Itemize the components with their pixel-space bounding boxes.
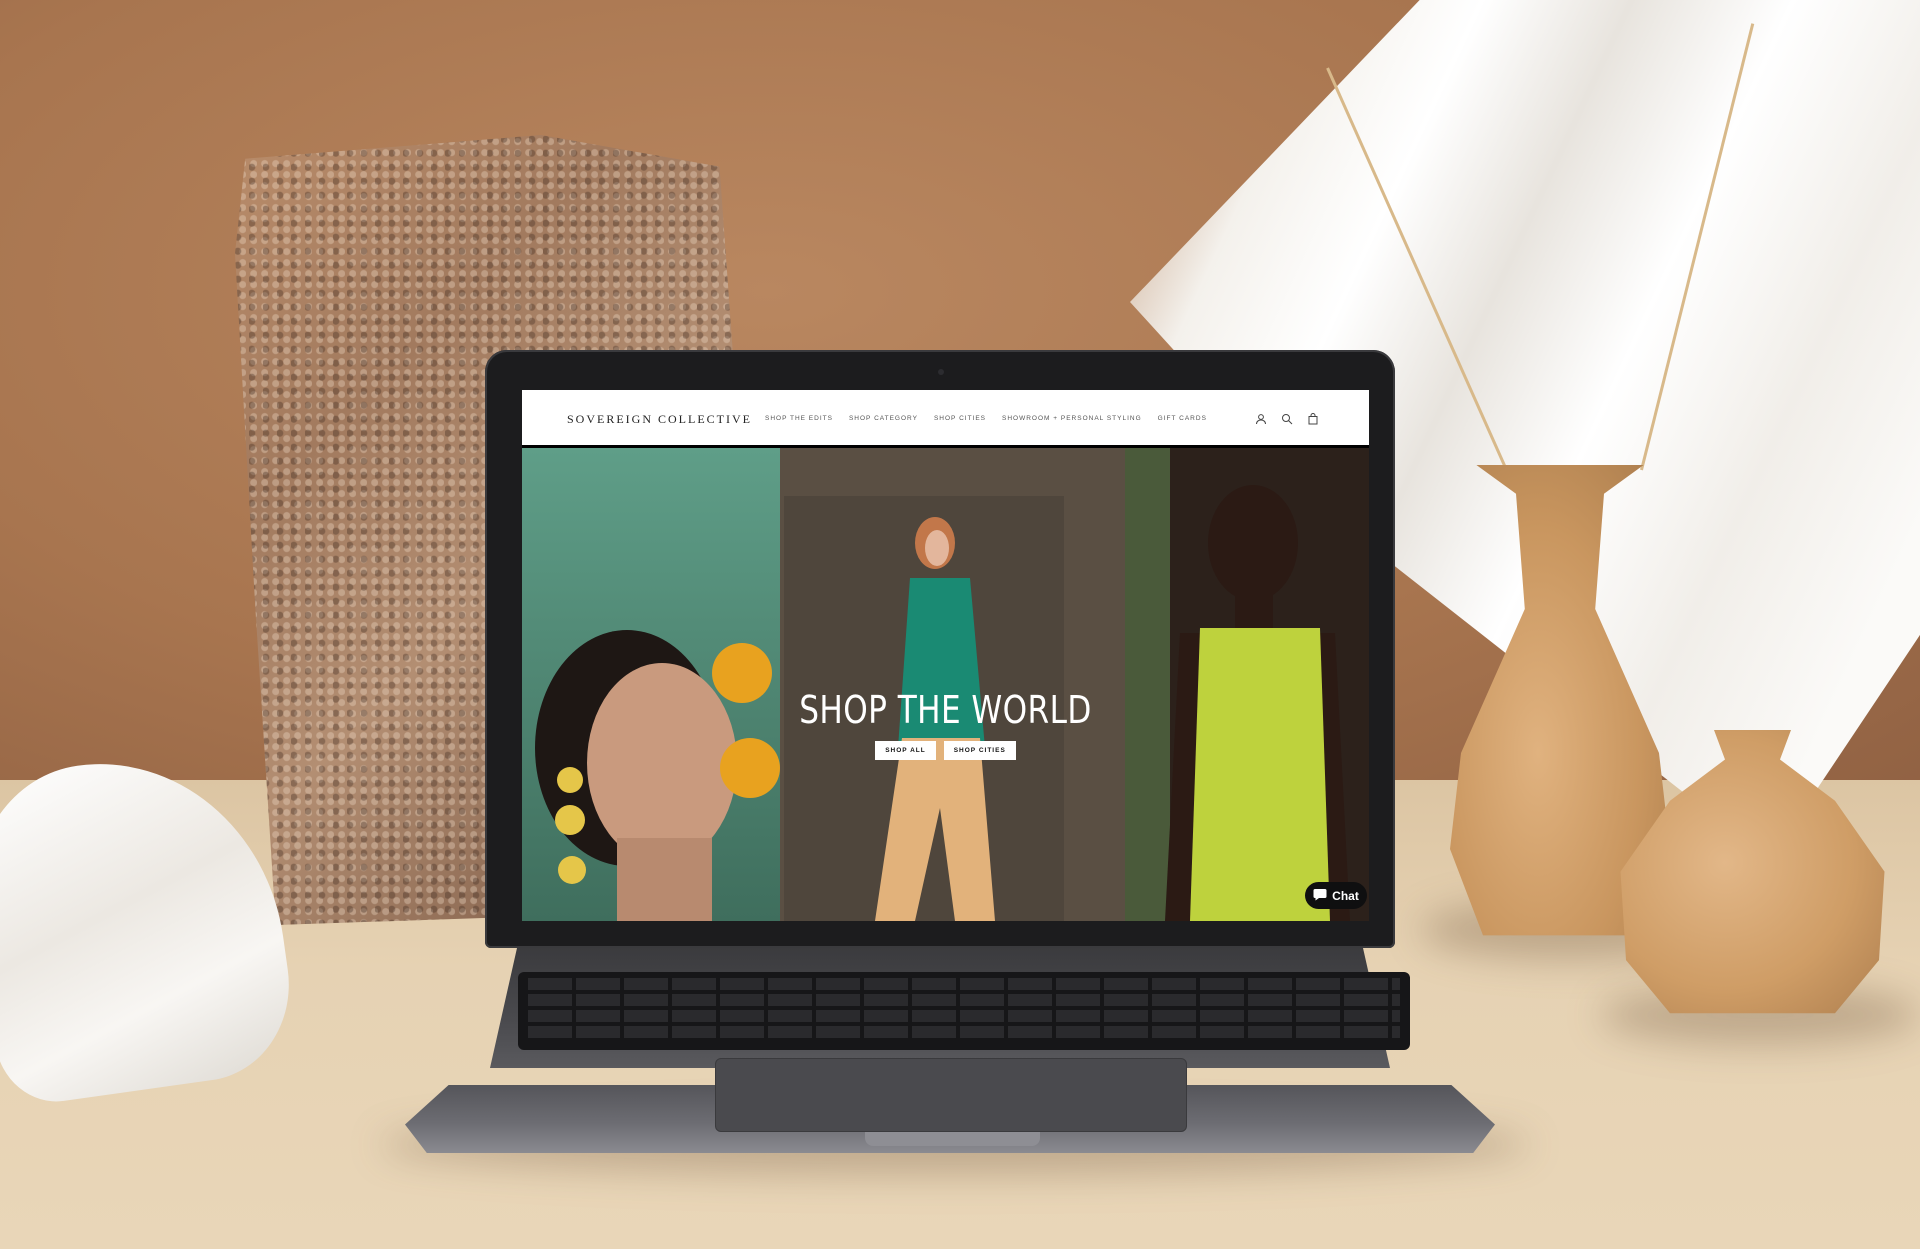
hero-cta-group: SHOP ALL SHOP CITIES (522, 741, 1369, 760)
chat-button[interactable]: Chat (1305, 882, 1367, 909)
site-logo[interactable]: SOVEREIGN COLLECTIVE (567, 412, 752, 427)
hero-title: SHOP THE WORLD (799, 688, 1092, 732)
chat-label: Chat (1332, 888, 1359, 903)
cart-icon[interactable] (1307, 412, 1319, 425)
laptop-screen: SOVEREIGN COLLECTIVE SHOP THE EDITS SHOP… (522, 390, 1369, 921)
key-row (528, 1026, 1400, 1038)
laptop-keyboard (518, 972, 1410, 1050)
search-icon[interactable] (1281, 412, 1293, 425)
nav-shop-the-edits[interactable]: SHOP THE EDITS (765, 415, 833, 422)
site-header: SOVEREIGN COLLECTIVE SHOP THE EDITS SHOP… (522, 390, 1369, 445)
key-row (528, 1010, 1400, 1022)
shop-cities-button[interactable]: SHOP CITIES (943, 741, 1016, 760)
webcam (938, 369, 944, 375)
shop-all-button[interactable]: SHOP ALL (875, 741, 936, 760)
nav-shop-cities[interactable]: SHOP CITIES (934, 415, 986, 422)
hero-image-woman-walking (780, 448, 1125, 921)
header-icons (1255, 412, 1319, 425)
hero-banner: SHOP THE WORLD SHOP ALL SHOP CITIES (522, 448, 1369, 921)
nav-shop-category[interactable]: SHOP CATEGORY (849, 415, 918, 422)
key-row (528, 994, 1400, 1006)
hero-image-woman-green-top (1125, 448, 1369, 921)
main-nav: SHOP THE EDITS SHOP CATEGORY SHOP CITIES… (765, 415, 1207, 422)
key-row (528, 978, 1400, 990)
laptop-lid-notch (865, 1132, 1040, 1146)
laptop-trackpad (715, 1058, 1187, 1132)
chat-bubble-icon (1313, 888, 1327, 904)
account-icon[interactable] (1255, 412, 1267, 425)
mockup-scene: SOVEREIGN COLLECTIVE SHOP THE EDITS SHOP… (0, 0, 1920, 1249)
hero-image-woman-with-orange (522, 448, 780, 921)
nav-showroom-personal-styling[interactable]: SHOWROOM + PERSONAL STYLING (1002, 415, 1142, 422)
nav-gift-cards[interactable]: GIFT CARDS (1158, 415, 1207, 422)
